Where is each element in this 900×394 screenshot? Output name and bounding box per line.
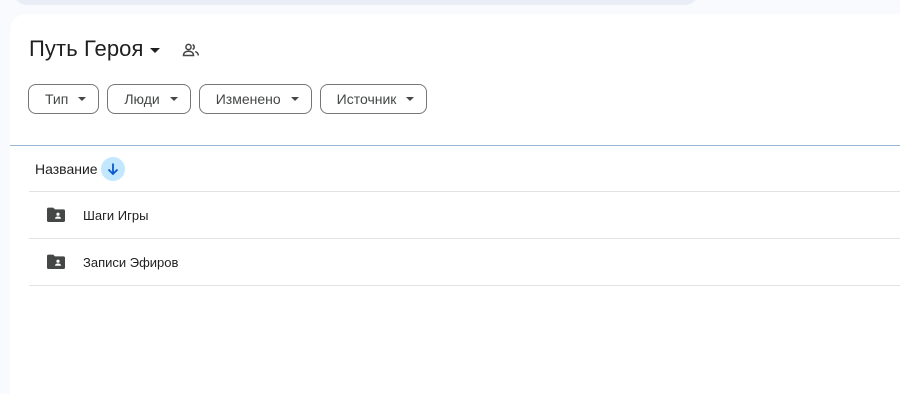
filter-source-label: Источник: [336, 91, 397, 107]
filter-people-label: Люди: [124, 91, 160, 107]
filter-modified-label: Изменено: [215, 91, 281, 107]
filter-chips: Тип Люди Изменено Источник: [28, 84, 428, 114]
list-item-name: Шаги Игры: [83, 207, 149, 223]
section-divider: [10, 145, 900, 146]
shared-folder-icon: [46, 207, 66, 223]
list-header: Название: [35, 156, 125, 182]
main-panel: Путь Героя Тип Люди Изменено Источник На…: [10, 14, 900, 394]
column-name-header[interactable]: Название: [35, 161, 98, 177]
chevron-down-icon: [406, 97, 415, 101]
arrow-down-icon: [107, 163, 118, 176]
filter-type-label: Тип: [45, 91, 69, 107]
chevron-down-icon: [290, 97, 299, 101]
filter-modified-chip[interactable]: Изменено: [198, 84, 312, 114]
list-item-name: Записи Эфиров: [83, 254, 179, 270]
search-bar-edge[interactable]: [14, 0, 698, 5]
folder-title-row[interactable]: Путь Героя: [29, 34, 200, 64]
chevron-down-icon: [78, 97, 87, 101]
title-dropdown-icon[interactable]: [149, 47, 160, 53]
filter-source-chip[interactable]: Источник: [319, 84, 428, 114]
sort-direction-button[interactable]: [100, 157, 125, 181]
chevron-down-icon: [169, 97, 178, 101]
list-item[interactable]: Записи Эфиров: [29, 239, 900, 286]
shared-people-icon[interactable]: [182, 43, 200, 57]
shared-folder-icon: [46, 254, 66, 270]
filter-type-chip[interactable]: Тип: [28, 84, 100, 114]
page-title[interactable]: Путь Героя: [29, 36, 144, 62]
list-item[interactable]: Шаги Игры: [29, 192, 900, 239]
filter-people-chip[interactable]: Люди: [107, 84, 191, 114]
